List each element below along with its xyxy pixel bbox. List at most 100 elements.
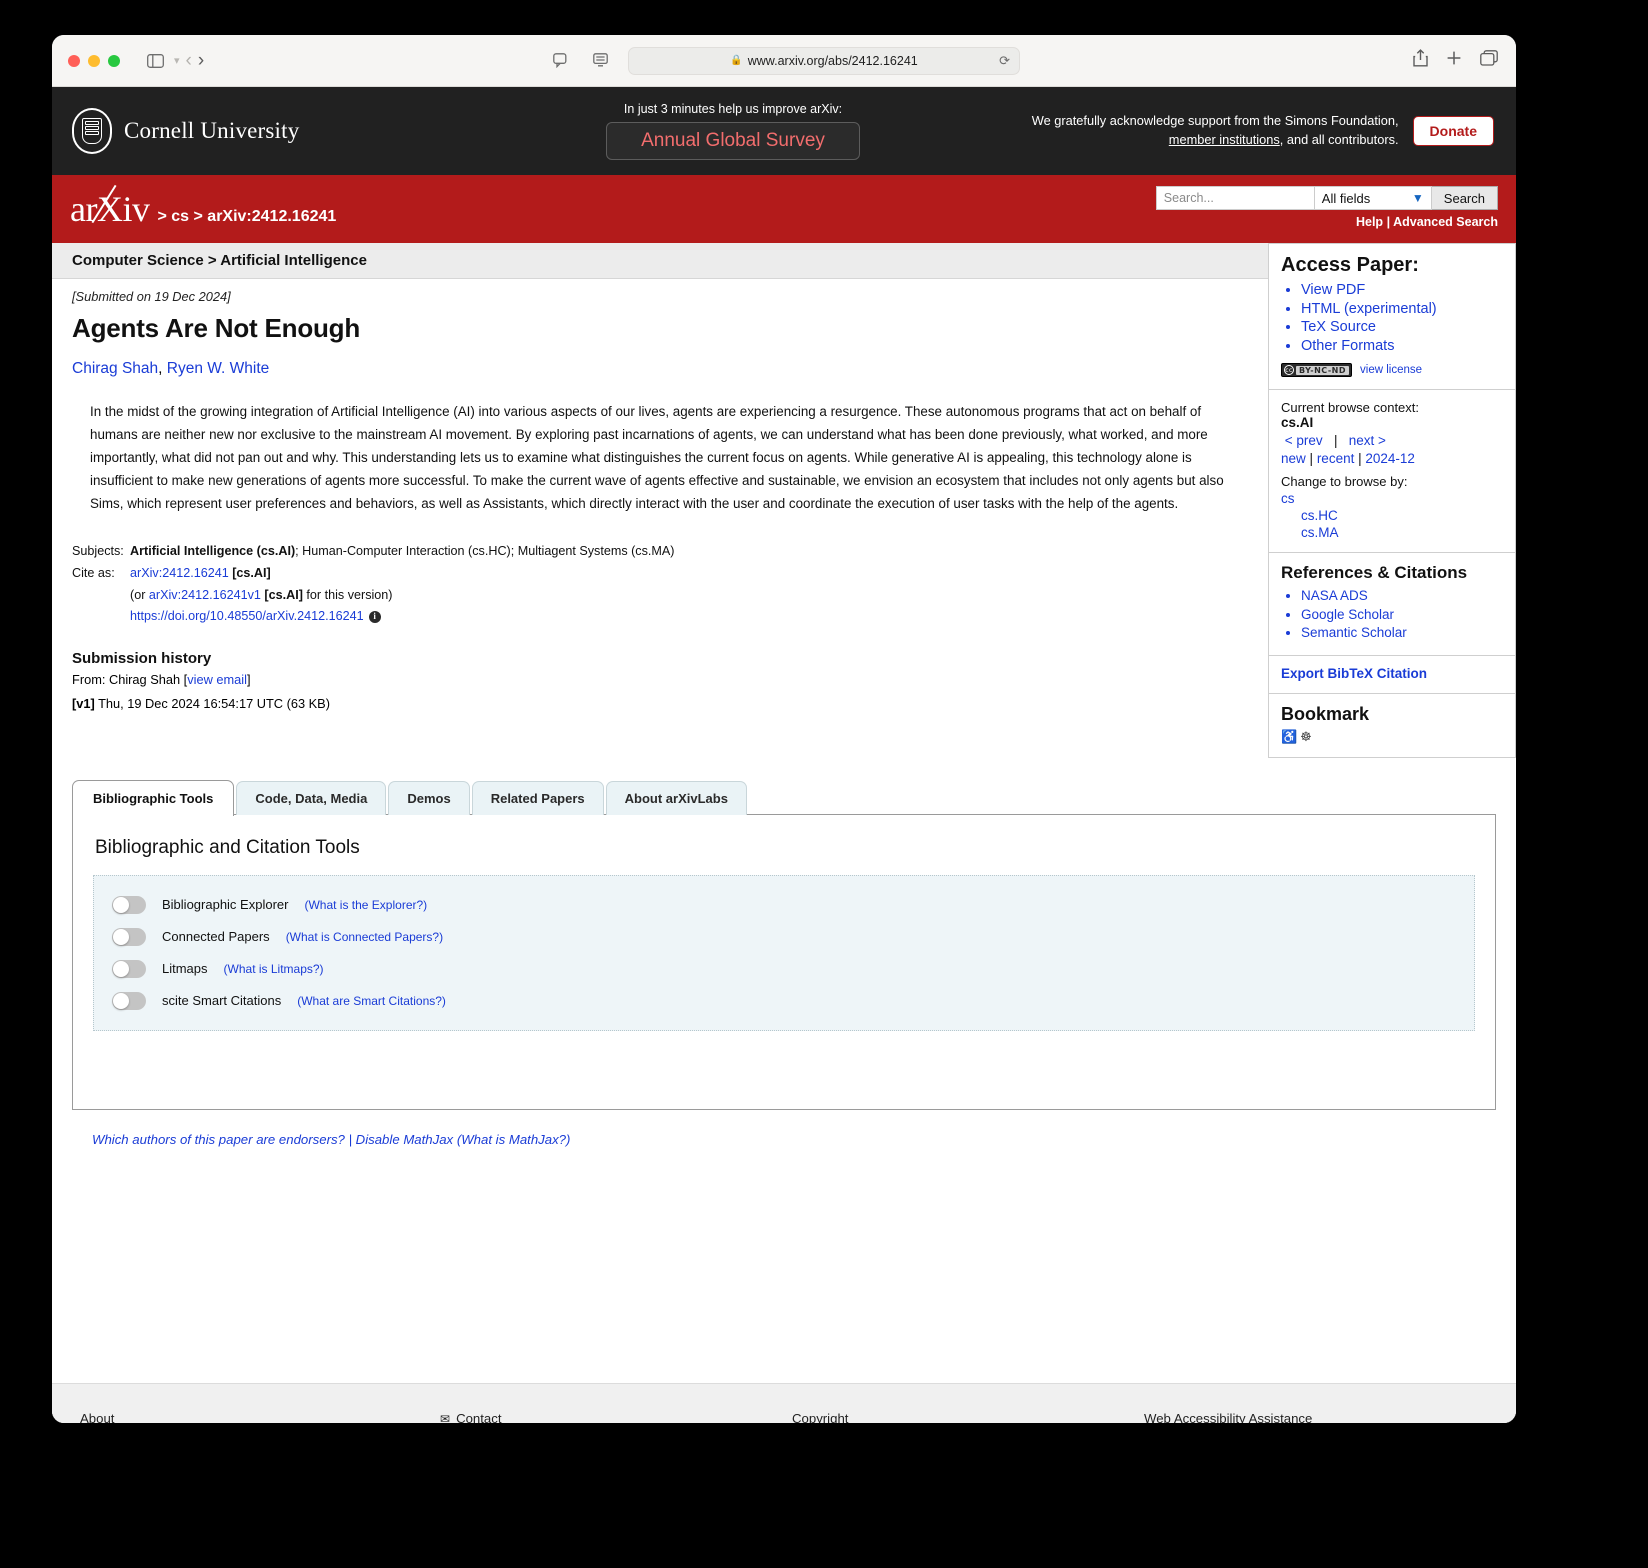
other-formats-link[interactable]: Other Formats: [1301, 338, 1394, 354]
view-pdf-link[interactable]: View PDF: [1301, 282, 1365, 298]
subjects-value: Artificial Intelligence (cs.AI); Human-C…: [130, 541, 675, 563]
info-icon[interactable]: i: [368, 610, 381, 623]
arxiv-breadcrumb[interactable]: > cs > arXiv:2412.16241: [157, 208, 336, 226]
list-item[interactable]: NASA ADS: [1301, 587, 1503, 606]
endorsers-mathjax-row: Which authors of this paper are endorser…: [92, 1132, 1496, 1147]
toggle-bibliographic-explorer[interactable]: [112, 895, 146, 914]
what-are-smart-citations-link[interactable]: (What are Smart Citations?): [297, 994, 446, 1008]
subjects-label: Subjects:: [72, 544, 124, 559]
toggle-connected-papers[interactable]: [112, 927, 146, 946]
prev-link[interactable]: < prev: [1285, 433, 1323, 448]
list-item[interactable]: Google Scholar: [1301, 606, 1503, 625]
footer-contact-link[interactable]: ✉ Contact: [440, 1406, 792, 1423]
export-bibtex-box[interactable]: Export BibTeX Citation: [1268, 655, 1516, 694]
tab-related-papers[interactable]: Related Papers: [471, 780, 604, 815]
what-is-litmaps-link[interactable]: (What is Litmaps?): [224, 962, 324, 976]
list-item[interactable]: View PDF: [1301, 281, 1503, 300]
donate-button[interactable]: Donate: [1412, 116, 1494, 146]
list-item[interactable]: TeX Source: [1301, 318, 1503, 337]
author-link-1[interactable]: Ryen W. White: [167, 360, 270, 377]
author-link-0[interactable]: Chirag Shah: [72, 360, 158, 377]
references-links-list: NASA ADS Google Scholar Semantic Scholar: [1281, 587, 1503, 643]
from-text-end: ]: [246, 671, 251, 687]
footer-about-link[interactable]: About: [80, 1406, 440, 1423]
google-scholar-link[interactable]: Google Scholar: [1301, 607, 1394, 622]
toggle-litmaps[interactable]: [112, 959, 146, 978]
search-input[interactable]: Search...: [1155, 186, 1314, 210]
arxiv-logo[interactable]: arXiv: [70, 184, 150, 227]
cornell-university-label: Cornell University: [124, 118, 300, 143]
browse-cs-hc-link[interactable]: cs.HC: [1281, 508, 1503, 523]
cite-version-suffix: for this version): [302, 587, 393, 602]
recent-link[interactable]: recent: [1317, 451, 1355, 466]
browse-context-label: Current browse context:: [1281, 400, 1420, 416]
advanced-search-link[interactable]: Advanced Search: [1393, 215, 1498, 229]
browser-window: ▾ ‹ › 🔒 www.arxiv.org/abs/2412.16241 ⟳ C…: [52, 35, 1516, 1423]
browser-toolbar: ▾ ‹ › 🔒 www.arxiv.org/abs/2412.16241 ⟳: [52, 35, 1516, 87]
close-window-button[interactable]: [68, 54, 80, 67]
translate-icon[interactable]: [548, 49, 574, 73]
month-link[interactable]: 2024-12: [1365, 451, 1415, 466]
doi-link[interactable]: https://doi.org/10.48550/arXiv.2412.1624…: [130, 609, 364, 623]
cornell-logo-link[interactable]: Cornell University: [72, 108, 492, 154]
url-text: www.arxiv.org/abs/2412.16241: [747, 53, 918, 68]
maximize-window-button[interactable]: [108, 54, 120, 67]
author-separator: ,: [158, 360, 167, 377]
window-controls: [68, 54, 120, 67]
reader-view-icon[interactable]: [588, 49, 614, 73]
plus-icon[interactable]: [1446, 50, 1462, 71]
tab-overview-icon[interactable]: [1480, 50, 1498, 71]
view-license-link[interactable]: view license: [1360, 364, 1422, 376]
tab-code-data-media[interactable]: Code, Data, Media: [236, 780, 387, 815]
list-item[interactable]: Other Formats: [1301, 337, 1503, 356]
bookmark-share-icons[interactable]: ♿☸: [1281, 729, 1503, 745]
search-button[interactable]: Search: [1431, 186, 1498, 210]
help-link[interactable]: Help: [1356, 215, 1383, 229]
nasa-ads-link[interactable]: NASA ADS: [1301, 588, 1368, 603]
list-item[interactable]: Semantic Scholar: [1301, 624, 1503, 643]
tex-source-link[interactable]: TeX Source: [1301, 319, 1376, 335]
tab-bibliographic-tools[interactable]: Bibliographic Tools: [72, 779, 235, 816]
footer-column-2: ✉Contact ➤Subscribe: [440, 1406, 792, 1423]
next-link[interactable]: next >: [1349, 433, 1386, 448]
share-icon[interactable]: [1413, 49, 1428, 72]
cite-version-row: (or arXiv:2412.16241v1 [cs.AI] for this …: [130, 585, 393, 607]
subject-breadcrumb[interactable]: Computer Science > Artificial Intelligen…: [52, 243, 1268, 279]
toggle-scite-smart-citations[interactable]: [112, 991, 146, 1010]
annual-global-survey-button[interactable]: Annual Global Survey: [606, 122, 860, 160]
browse-cs-ma-link[interactable]: cs.MA: [1281, 525, 1503, 540]
back-arrow-icon[interactable]: ‹: [186, 51, 192, 70]
sidebar-toggle-icon[interactable]: [142, 49, 168, 73]
web-accessibility-link[interactable]: Web Accessibility Assistance: [1144, 1406, 1490, 1423]
access-paper-box: Access Paper: View PDF HTML (experimenta…: [1268, 243, 1516, 391]
forward-arrow-icon[interactable]: ›: [198, 51, 204, 70]
contact-label: Contact: [456, 1410, 502, 1423]
browse-cs-link[interactable]: cs: [1281, 491, 1503, 506]
member-institutions-link[interactable]: member institutions: [1169, 132, 1280, 147]
disable-mathjax-link[interactable]: Disable MathJax: [356, 1132, 453, 1147]
new-link[interactable]: new: [1281, 451, 1306, 466]
semantic-scholar-link[interactable]: Semantic Scholar: [1301, 625, 1407, 640]
tab-demos[interactable]: Demos: [388, 780, 470, 815]
sidebar-dropdown-icon[interactable]: ▾: [174, 54, 180, 67]
footer-copyright-link[interactable]: Copyright: [792, 1406, 1144, 1423]
endorsers-link[interactable]: Which authors of this paper are endorser…: [92, 1132, 345, 1147]
arxiv-version-link[interactable]: arXiv:2412.16241v1: [149, 588, 261, 602]
what-is-explorer-link[interactable]: (What is the Explorer?): [304, 898, 427, 912]
tab-about-arxivlabs[interactable]: About arXivLabs: [605, 780, 747, 815]
cite-as-row: Cite as: arXiv:2412.16241 [cs.AI] (or ar…: [72, 563, 1248, 628]
access-paper-title: Access Paper:: [1281, 254, 1419, 276]
arxiv-id-link[interactable]: arXiv:2412.16241: [130, 566, 229, 580]
minimize-window-button[interactable]: [88, 54, 100, 67]
address-bar[interactable]: 🔒 www.arxiv.org/abs/2412.16241 ⟳: [628, 46, 1020, 75]
html-experimental-link[interactable]: HTML (experimental): [1301, 301, 1437, 317]
view-email-link[interactable]: view email: [187, 672, 247, 687]
list-item[interactable]: HTML (experimental): [1301, 300, 1503, 319]
nav-separator: |: [1333, 433, 1338, 449]
export-bibtex-link[interactable]: Export BibTeX Citation: [1281, 666, 1503, 681]
what-is-connected-papers-link[interactable]: (What is Connected Papers?): [286, 930, 443, 944]
creative-commons-badge-icon: cc BY-NC-ND: [1281, 363, 1353, 378]
what-is-mathjax-link[interactable]: (What is MathJax?): [453, 1132, 571, 1147]
search-field-select[interactable]: All fields ▼: [1313, 186, 1432, 210]
reload-icon[interactable]: ⟳: [999, 53, 1010, 69]
